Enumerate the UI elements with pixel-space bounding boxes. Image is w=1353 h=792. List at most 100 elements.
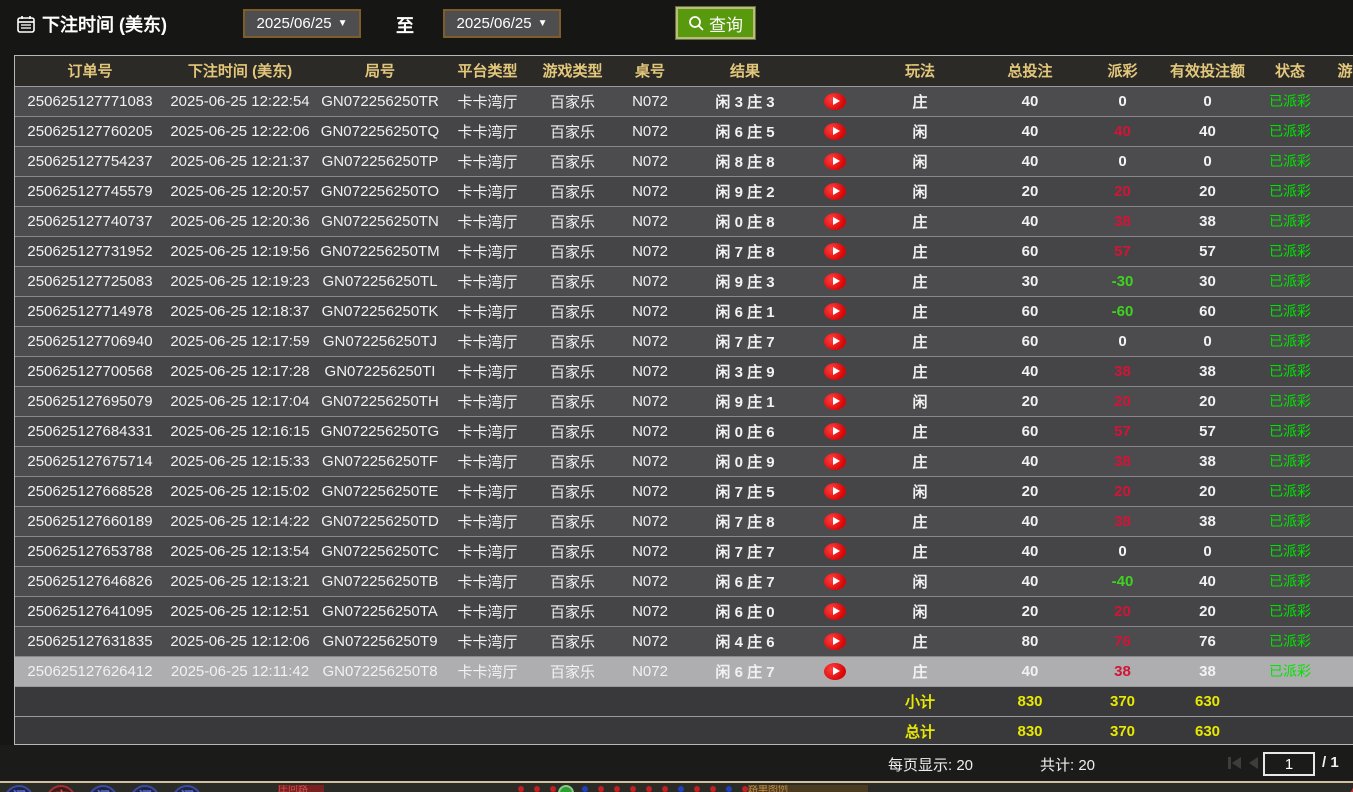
total-count-label: 共计: 20 (1040, 754, 1095, 775)
table-row[interactable]: 250625127675714 2025-06-25 12:15:33 GN07… (15, 446, 1353, 476)
payout-cell: 20 (1085, 476, 1160, 506)
table-row[interactable]: 250625127740737 2025-06-25 12:20:36 GN07… (15, 206, 1353, 236)
replay-icon[interactable] (824, 573, 846, 590)
status-badge: 已派彩 (1255, 656, 1325, 686)
result-cell: 闲 9 庄 1 (685, 386, 805, 416)
bet-time-cell: 2025-06-25 12:13:54 (165, 536, 315, 566)
table-row[interactable]: 250625127714978 2025-06-25 12:18:37 GN07… (15, 296, 1353, 326)
result-cell: 闲 7 庄 8 (685, 506, 805, 536)
pagination-bar: 每页显示: 20 共计: 20 / 1 (0, 745, 1353, 783)
table-row[interactable]: 250625127641095 2025-06-25 12:12:51 GN07… (15, 596, 1353, 626)
replay-icon[interactable] (824, 273, 846, 290)
date-to-select[interactable]: 2025/06/25 ▼ (443, 9, 561, 38)
calendar-icon (16, 14, 36, 34)
payout-cell: 0 (1085, 326, 1160, 356)
bet-time-cell: 2025-06-25 12:12:06 (165, 626, 315, 656)
table-row[interactable]: 250625127731952 2025-06-25 12:19:56 GN07… (15, 236, 1353, 266)
platform-cell: 卡卡湾厅 (445, 596, 530, 626)
total-bet-cell: 40 (975, 536, 1085, 566)
play-type-cell: 闲 (865, 146, 975, 176)
search-button[interactable]: 查询 (676, 7, 755, 39)
game-type-cell: 百家乐 (530, 476, 615, 506)
result-cell: 闲 0 庄 8 (685, 206, 805, 236)
grand-total-label: 总计 (865, 716, 975, 745)
bet-time-cell: 2025-06-25 12:17:04 (165, 386, 315, 416)
valid-bet-cell: 20 (1160, 386, 1255, 416)
status-badge: 已派彩 (1255, 296, 1325, 326)
replay-icon[interactable] (824, 633, 846, 650)
replay-icon[interactable] (824, 183, 846, 200)
play-type-cell: 庄 (865, 206, 975, 236)
table-row[interactable]: 250625127626412 2025-06-25 12:11:42 GN07… (15, 656, 1353, 686)
status-badge: 已派彩 (1255, 476, 1325, 506)
replay-icon[interactable] (824, 333, 846, 350)
round-id-cell: GN072256250T8 (315, 656, 445, 686)
payout-cell: -30 (1085, 266, 1160, 296)
bet-time-cell: 2025-06-25 12:18:37 (165, 296, 315, 326)
table-row[interactable]: 250625127653788 2025-06-25 12:13:54 GN07… (15, 536, 1353, 566)
result-cell: 闲 7 庄 7 (685, 326, 805, 356)
platform-cell: 卡卡湾厅 (445, 536, 530, 566)
table-row[interactable]: 250625127660189 2025-06-25 12:14:22 GN07… (15, 506, 1353, 536)
result-cell: 闲 7 庄 8 (685, 236, 805, 266)
game-type-cell: 百家乐 (530, 266, 615, 296)
round-id-cell: GN072256250TC (315, 536, 445, 566)
prev-page-icon[interactable] (1249, 757, 1258, 769)
replay-icon[interactable] (824, 603, 846, 620)
table-row[interactable]: 250625127745579 2025-06-25 12:20:57 GN07… (15, 176, 1353, 206)
bet-time-cell: 2025-06-25 12:11:42 (165, 656, 315, 686)
replay-icon[interactable] (824, 423, 846, 440)
replay-icon[interactable] (824, 453, 846, 470)
table-row[interactable]: 250625127760205 2025-06-25 12:22:06 GN07… (15, 116, 1353, 146)
total-bet-cell: 80 (975, 626, 1085, 656)
platform-cell: 卡卡湾厅 (445, 296, 530, 326)
replay-icon[interactable] (824, 243, 846, 260)
column-header: 局号 (315, 56, 445, 86)
replay-icon[interactable] (824, 483, 846, 500)
payout-cell: 0 (1085, 536, 1160, 566)
date-from-select[interactable]: 2025/06/25 ▼ (243, 9, 361, 38)
replay-icon[interactable] (824, 123, 846, 140)
table-row[interactable]: 250625127700568 2025-06-25 12:17:28 GN07… (15, 356, 1353, 386)
bet-time-cell: 2025-06-25 12:13:21 (165, 566, 315, 596)
table-row[interactable]: 250625127695079 2025-06-25 12:17:04 GN07… (15, 386, 1353, 416)
bet-time-cell: 2025-06-25 12:17:59 (165, 326, 315, 356)
status-badge: 已派彩 (1255, 626, 1325, 656)
column-header: 订单号 (15, 56, 165, 86)
result-cell: 闲 0 庄 6 (685, 416, 805, 446)
grand-total-row: 总计 830 370 630 (15, 716, 1353, 745)
table-no-cell: N072 (615, 206, 685, 236)
result-cell: 闲 4 庄 6 (685, 626, 805, 656)
game-type-cell: 百家乐 (530, 446, 615, 476)
table-no-cell: N072 (615, 266, 685, 296)
replay-icon[interactable] (824, 303, 846, 320)
table-row[interactable]: 250625127646826 2025-06-25 12:13:21 GN07… (15, 566, 1353, 596)
replay-icon[interactable] (824, 393, 846, 410)
column-header: 游戏类型 (530, 56, 615, 86)
replay-icon[interactable] (824, 363, 846, 380)
total-bet-cell: 40 (975, 116, 1085, 146)
replay-icon[interactable] (824, 153, 846, 170)
table-row[interactable]: 250625127754237 2025-06-25 12:21:37 GN07… (15, 146, 1353, 176)
replay-icon[interactable] (824, 663, 846, 680)
first-page-icon[interactable] (1228, 757, 1241, 769)
background-badge: 闲 (172, 785, 202, 792)
table-row[interactable]: 250625127668528 2025-06-25 12:15:02 GN07… (15, 476, 1353, 506)
valid-bet-cell: 38 (1160, 206, 1255, 236)
table-row[interactable]: 250625127706940 2025-06-25 12:17:59 GN07… (15, 326, 1353, 356)
table-row[interactable]: 250625127725083 2025-06-25 12:19:23 GN07… (15, 266, 1353, 296)
page-number-input[interactable] (1263, 752, 1315, 776)
replay-icon[interactable] (824, 213, 846, 230)
column-header: 总投注 (975, 56, 1085, 86)
table-row[interactable]: 250625127684331 2025-06-25 12:16:15 GN07… (15, 416, 1353, 446)
replay-icon[interactable] (824, 513, 846, 530)
table-no-cell: N072 (615, 326, 685, 356)
total-bet-cell: 20 (975, 476, 1085, 506)
table-row[interactable]: 250625127771083 2025-06-25 12:22:54 GN07… (15, 86, 1353, 116)
platform-cell: 卡卡湾厅 (445, 266, 530, 296)
replay-icon[interactable] (824, 93, 846, 110)
replay-icon[interactable] (824, 543, 846, 560)
table-no-cell: N072 (615, 116, 685, 146)
platform-cell: 卡卡湾厅 (445, 146, 530, 176)
table-row[interactable]: 250625127631835 2025-06-25 12:12:06 GN07… (15, 626, 1353, 656)
